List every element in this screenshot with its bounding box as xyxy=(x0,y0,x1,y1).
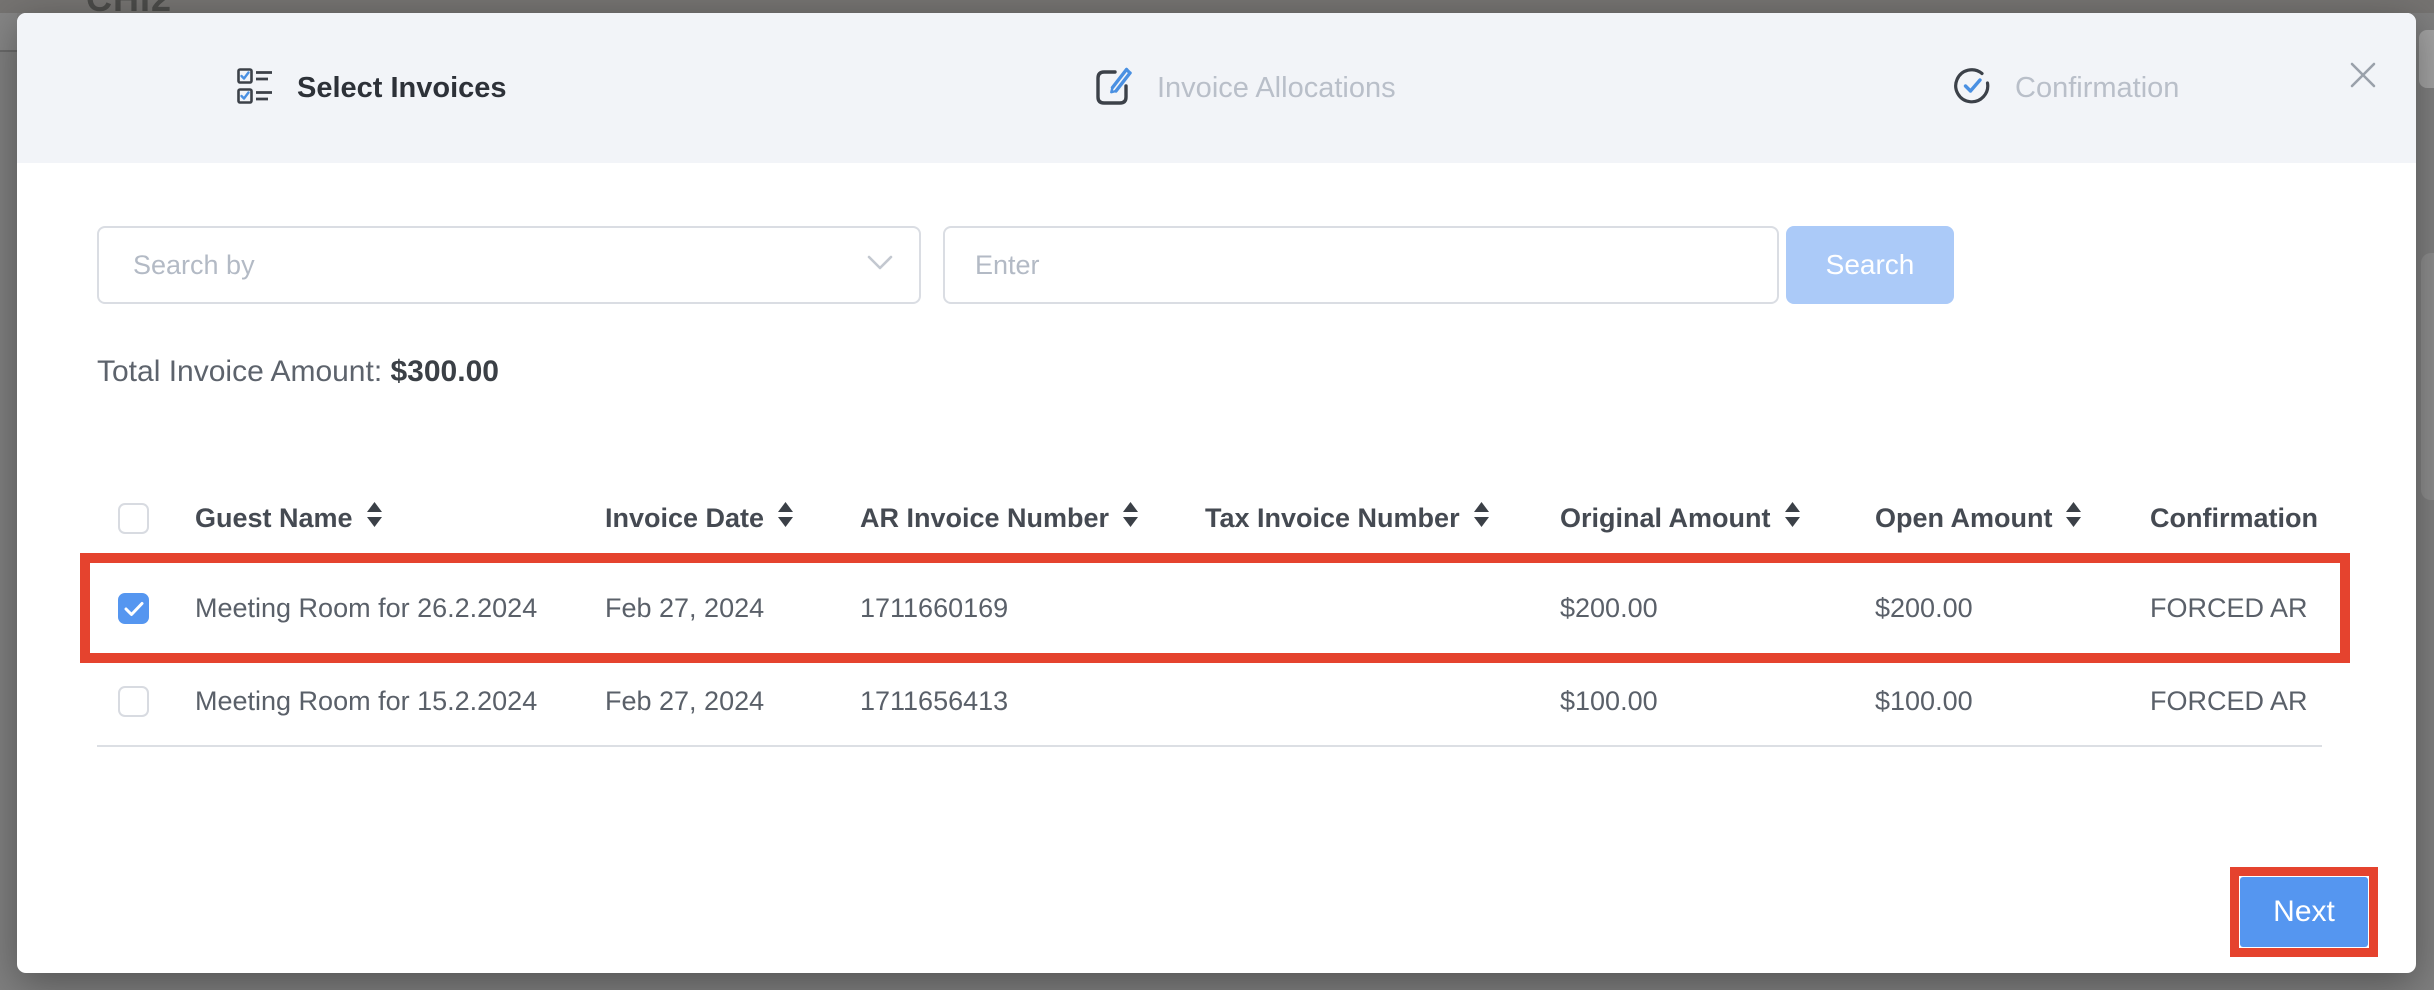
cell-guest-name: Meeting Room for 15.2.2024 xyxy=(180,686,590,717)
total-invoice-amount-label: Total Invoice Amount: xyxy=(97,355,391,388)
cell-guest-name: Meeting Room for 26.2.2024 xyxy=(180,593,590,624)
next-button[interactable]: Next xyxy=(2240,877,2368,947)
cell-ar-invoice-number: 1711660169 xyxy=(845,593,1190,624)
sort-icon[interactable] xyxy=(1474,502,1489,534)
column-header-confirmation-number[interactable]: Confirmation Number xyxy=(2135,503,2322,534)
invoices-table: Guest Name Invoice Date AR Invoice Numbe… xyxy=(97,483,2322,747)
cell-invoice-date: Feb 27, 2024 xyxy=(590,686,845,717)
sort-icon[interactable] xyxy=(1123,502,1138,534)
chevron-down-icon xyxy=(867,255,893,276)
sort-icon[interactable] xyxy=(1785,502,1800,534)
wizard-steps-header: Select Invoices Invoice Allocations xyxy=(17,13,2416,163)
step-invoice-allocations-label: Invoice Allocations xyxy=(1157,72,1396,105)
column-header-open-amount[interactable]: Open Amount xyxy=(1860,502,2135,534)
cell-open-amount: $100.00 xyxy=(1860,686,2135,717)
cell-original-amount: $200.00 xyxy=(1545,593,1860,624)
background-left-band xyxy=(0,13,17,52)
step-confirmation[interactable]: Confirmation xyxy=(1953,13,2179,163)
edit-icon xyxy=(1095,66,1133,111)
sort-icon[interactable] xyxy=(367,502,382,534)
total-invoice-amount-value: $300.00 xyxy=(391,355,499,388)
cell-confirmation: FORCED AR xyxy=(2135,593,2322,624)
search-button[interactable]: Search xyxy=(1786,226,1954,304)
close-icon[interactable] xyxy=(2343,55,2383,95)
background-app-strip: CHI2 xyxy=(0,0,2434,13)
step-select-invoices[interactable]: Select Invoices xyxy=(237,13,507,163)
cell-invoice-date: Feb 27, 2024 xyxy=(590,593,845,624)
checklist-icon xyxy=(237,68,273,109)
column-header-invoice-date[interactable]: Invoice Date xyxy=(590,502,845,534)
invoice-wizard-modal: Select Invoices Invoice Allocations xyxy=(17,13,2416,973)
column-header-guest-name[interactable]: Guest Name xyxy=(180,502,590,534)
search-by-placeholder: Search by xyxy=(133,250,255,281)
column-header-tax-invoice-number[interactable]: Tax Invoice Number xyxy=(1190,502,1545,534)
screen: CHI2 Select Inv xyxy=(0,0,2434,990)
column-header-original-amount[interactable]: Original Amount xyxy=(1545,502,1860,534)
background-edge-shape-bottom xyxy=(2421,253,2434,500)
search-term-input[interactable] xyxy=(943,226,1779,304)
row-checkbox[interactable] xyxy=(118,593,149,624)
row-checkbox[interactable] xyxy=(118,686,149,717)
cell-original-amount: $100.00 xyxy=(1545,686,1860,717)
cell-open-amount: $200.00 xyxy=(1860,593,2135,624)
background-app-text: CHI2 xyxy=(86,0,172,13)
total-invoice-amount: Total Invoice Amount: $300.00 xyxy=(97,355,499,389)
step-confirmation-label: Confirmation xyxy=(2015,72,2179,105)
table-row[interactable]: Meeting Room for 26.2.2024 Feb 27, 2024 … xyxy=(97,560,2322,657)
cell-ar-invoice-number: 1711656413 xyxy=(845,686,1190,717)
sort-icon[interactable] xyxy=(778,502,793,534)
cell-confirmation: FORCED AR xyxy=(2135,686,2322,717)
step-invoice-allocations[interactable]: Invoice Allocations xyxy=(1095,13,1396,163)
table-row[interactable]: Meeting Room for 15.2.2024 Feb 27, 2024 … xyxy=(97,657,2322,747)
select-all-checkbox[interactable] xyxy=(118,503,149,534)
search-by-select[interactable]: Search by xyxy=(97,226,921,304)
sort-icon[interactable] xyxy=(2066,502,2081,534)
background-edge-shape-top xyxy=(2419,30,2434,88)
check-circle-icon xyxy=(1953,67,1991,110)
step-select-invoices-label: Select Invoices xyxy=(297,72,507,105)
column-header-ar-invoice-number[interactable]: AR Invoice Number xyxy=(845,502,1190,534)
table-header-row: Guest Name Invoice Date AR Invoice Numbe… xyxy=(97,483,2322,553)
